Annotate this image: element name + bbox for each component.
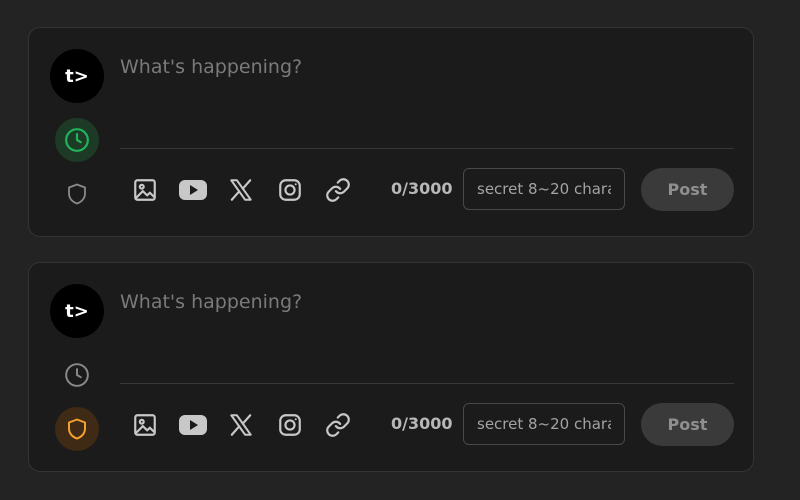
character-counter: 0/3000 xyxy=(391,414,453,433)
secret-input[interactable] xyxy=(463,168,625,210)
link-icon xyxy=(326,178,350,202)
add-x-button[interactable] xyxy=(226,410,256,440)
schedule-button[interactable] xyxy=(55,353,99,397)
composer-card: t> What's happening? 0/3000 secret 8~20 … xyxy=(28,27,754,237)
instagram-icon xyxy=(279,414,301,436)
add-image-button[interactable] xyxy=(130,175,160,205)
youtube-icon xyxy=(179,415,207,435)
image-icon xyxy=(134,414,156,436)
clock-icon xyxy=(65,363,89,387)
shield-icon xyxy=(68,183,86,205)
compose-input[interactable] xyxy=(120,291,732,381)
add-youtube-button[interactable] xyxy=(178,175,208,205)
compose-input[interactable] xyxy=(120,56,732,146)
clock-icon xyxy=(65,128,89,152)
shield-icon xyxy=(68,418,86,440)
character-counter: 0/3000 xyxy=(391,179,453,198)
add-youtube-button[interactable] xyxy=(178,410,208,440)
secret-button[interactable] xyxy=(55,172,99,216)
composer-card: t> What's happening? 0/3000 secret 8~20 … xyxy=(28,262,754,472)
add-link-button[interactable] xyxy=(323,175,353,205)
secret-button[interactable] xyxy=(55,407,99,451)
image-icon xyxy=(134,179,156,201)
avatar[interactable]: t> xyxy=(50,49,104,103)
x-icon xyxy=(230,179,252,201)
link-icon xyxy=(326,413,350,437)
add-image-button[interactable] xyxy=(130,410,160,440)
add-link-button[interactable] xyxy=(323,410,353,440)
youtube-icon xyxy=(179,180,207,200)
divider xyxy=(120,383,734,384)
schedule-button[interactable] xyxy=(55,118,99,162)
avatar[interactable]: t> xyxy=(50,284,104,338)
add-instagram-button[interactable] xyxy=(275,410,305,440)
add-instagram-button[interactable] xyxy=(275,175,305,205)
secret-input[interactable] xyxy=(463,403,625,445)
post-button[interactable]: Post xyxy=(641,168,734,211)
x-icon xyxy=(230,414,252,436)
post-button[interactable]: Post xyxy=(641,403,734,446)
page: t> What's happening? 0/3000 secret 8~20 … xyxy=(0,0,800,500)
divider xyxy=(120,148,734,149)
instagram-icon xyxy=(279,179,301,201)
add-x-button[interactable] xyxy=(226,175,256,205)
